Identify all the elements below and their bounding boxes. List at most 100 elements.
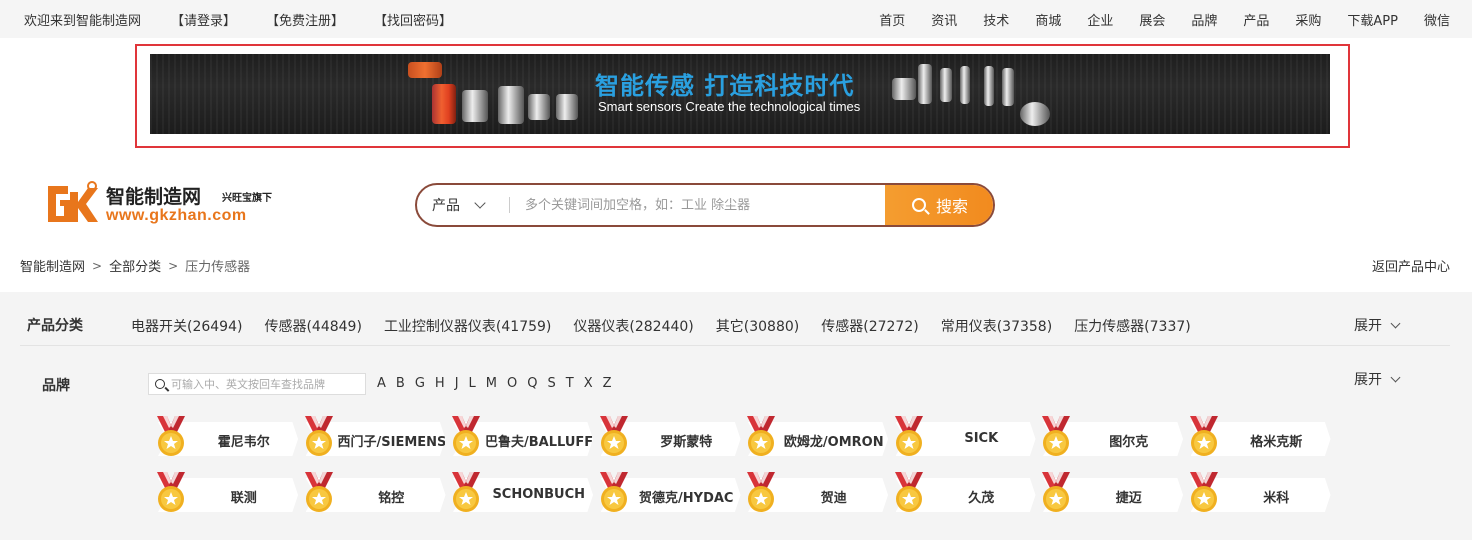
category-item[interactable]: 仪器仪表(282440) xyxy=(573,316,693,336)
brand-expand-label: 展开 xyxy=(1354,372,1382,388)
sensor-image-1 xyxy=(408,62,442,78)
logo-tagline: 兴旺宝旗下 xyxy=(222,193,272,204)
brand-item[interactable]: 米科 xyxy=(1187,472,1335,514)
brand-name: 贺迪 xyxy=(820,491,847,506)
register-link[interactable]: 【免费注册】 xyxy=(266,10,344,29)
nav-product[interactable]: 产品 xyxy=(1243,10,1269,29)
search-input[interactable] xyxy=(510,185,885,225)
brand-item[interactable]: 欧姆龙/OMRON xyxy=(744,416,892,458)
sensor-image-6 xyxy=(556,94,578,120)
nav-news[interactable]: 资讯 xyxy=(931,10,957,29)
brand-item[interactable]: 久茂 xyxy=(892,472,1040,514)
letter-filter[interactable]: T xyxy=(566,376,574,391)
banner-title: 智能传感 打造科技时代 xyxy=(595,72,855,100)
brand-grid: 霍尼韦尔 西门子/SIEMENS 巴鲁夫/BALLUFF 罗斯蒙特 欧姆龙/OMRON S… xyxy=(154,416,1335,532)
brand-item[interactable]: 贺德克/HYDAC xyxy=(597,472,745,514)
brand-item[interactable]: SCHONBUCH xyxy=(449,472,597,514)
nav-home[interactable]: 首页 xyxy=(879,10,905,29)
login-link[interactable]: 【请登录】 xyxy=(171,10,236,29)
medal-icon xyxy=(1042,472,1070,512)
medal-icon xyxy=(304,416,333,456)
category-item[interactable]: 电器开关(26494) xyxy=(131,316,242,336)
letter-filter[interactable]: J xyxy=(455,376,459,391)
medal-icon xyxy=(599,416,628,456)
brand-item[interactable]: 图尔克 xyxy=(1039,416,1187,458)
brand-item[interactable]: 巴鲁夫/BALLUFF xyxy=(449,416,597,458)
category-item[interactable]: 其它(30880) xyxy=(716,316,799,336)
brand-row: 联测 铭控 SCHONBUCH 贺德克/HYDAC 贺迪 久茂 捷迈 米科 xyxy=(154,472,1335,516)
nav-tech[interactable]: 技术 xyxy=(983,10,1009,29)
medal-icon xyxy=(157,472,185,512)
category-label: 产品分类 xyxy=(27,318,83,334)
site-logo[interactable]: 智能制造网 兴旺宝旗下 www.gkzhan.com xyxy=(44,176,284,228)
medal-icon xyxy=(894,472,923,512)
medal-icon xyxy=(1042,416,1070,456)
search-category-label: 产品 xyxy=(432,198,460,214)
brand-item[interactable]: 捷迈 xyxy=(1039,472,1187,514)
letter-filter[interactable]: G xyxy=(415,376,425,391)
sensor-image-2 xyxy=(432,84,456,124)
brand-expand-button[interactable]: 展开 xyxy=(1354,369,1401,389)
nav-wechat[interactable]: 微信 xyxy=(1424,10,1450,29)
letter-filter[interactable]: B xyxy=(396,376,405,391)
medal-icon xyxy=(1189,416,1218,456)
breadcrumb-separator: > xyxy=(168,258,179,273)
brand-item[interactable]: 铭控 xyxy=(302,472,450,514)
brand-item[interactable]: 西门子/SIEMENS xyxy=(302,416,450,458)
brand-letter-index: A B G H J L M O Q S T X Z xyxy=(377,376,622,391)
brand-label: 品牌 xyxy=(42,378,70,394)
search-button[interactable]: 搜索 xyxy=(885,185,993,225)
letter-filter[interactable]: H xyxy=(435,376,445,391)
letter-filter[interactable]: L xyxy=(469,376,476,391)
category-item[interactable]: 压力传感器(7337) xyxy=(1074,316,1191,336)
brand-name: SCHONBUCH xyxy=(492,487,586,502)
brand-item[interactable]: 罗斯蒙特 xyxy=(597,416,745,458)
brand-row: 霍尼韦尔 西门子/SIEMENS 巴鲁夫/BALLUFF 罗斯蒙特 欧姆龙/OMRON S… xyxy=(154,416,1335,460)
ad-banner[interactable]: 智能传感 打造科技时代 Smart sensors Create the tec… xyxy=(150,54,1330,134)
brand-name: 铭控 xyxy=(378,491,405,506)
nav-purchase[interactable]: 采购 xyxy=(1295,10,1321,29)
nav-brand[interactable]: 品牌 xyxy=(1191,10,1217,29)
category-item[interactable]: 传感器(44849) xyxy=(264,316,361,336)
nav-mall[interactable]: 商城 xyxy=(1035,10,1061,29)
chevron-down-icon xyxy=(474,197,486,209)
category-expand-button[interactable]: 展开 xyxy=(1354,315,1401,335)
brand-name: 图尔克 xyxy=(1109,435,1149,450)
brand-item[interactable]: 霍尼韦尔 xyxy=(154,416,302,458)
letter-filter[interactable]: O xyxy=(507,376,517,391)
brand-name: 霍尼韦尔 xyxy=(217,435,270,450)
brand-item[interactable]: 贺迪 xyxy=(744,472,892,514)
letter-filter[interactable]: M xyxy=(486,376,497,391)
brand-item[interactable]: SICK xyxy=(892,416,1040,458)
nav-expo[interactable]: 展会 xyxy=(1139,10,1165,29)
letter-filter[interactable]: S xyxy=(547,376,555,391)
sensor-image-12 xyxy=(1002,68,1014,106)
brand-search-box xyxy=(148,373,366,395)
sensor-image-8 xyxy=(918,64,932,104)
back-to-product-center-link[interactable]: 返回产品中心 xyxy=(1372,256,1450,275)
breadcrumb-home[interactable]: 智能制造网 xyxy=(20,256,85,275)
breadcrumb-all-categories[interactable]: 全部分类 xyxy=(109,256,161,275)
letter-filter[interactable]: Z xyxy=(603,376,612,391)
nav-download-app[interactable]: 下载APP xyxy=(1347,10,1398,29)
category-item[interactable]: 常用仪表(37358) xyxy=(941,316,1052,336)
gk-logo-icon xyxy=(48,181,98,222)
category-item[interactable]: 传感器(27272) xyxy=(821,316,918,336)
medal-icon xyxy=(747,416,775,456)
brand-item[interactable]: 联测 xyxy=(154,472,302,514)
brand-name: 格米克斯 xyxy=(1250,435,1303,450)
category-item[interactable]: 工业控制仪器仪表(41759) xyxy=(384,316,551,336)
brand-name: 罗斯蒙特 xyxy=(660,435,713,450)
top-bar-left: 欢迎来到智能制造网 【请登录】 【免费注册】 【找回密码】 xyxy=(24,0,482,38)
brand-search-input[interactable] xyxy=(171,377,361,391)
nav-company[interactable]: 企业 xyxy=(1087,10,1113,29)
medal-icon xyxy=(452,472,480,512)
letter-filter[interactable]: X xyxy=(584,376,593,391)
letter-filter[interactable]: A xyxy=(377,376,386,391)
recover-password-link[interactable]: 【找回密码】 xyxy=(374,10,452,29)
brand-item[interactable]: 格米克斯 xyxy=(1187,416,1335,458)
letter-filter[interactable]: Q xyxy=(527,376,537,391)
breadcrumb-current: 压力传感器 xyxy=(185,260,251,275)
sensor-image-10 xyxy=(960,66,970,104)
search-category-select[interactable]: 产品 xyxy=(417,185,509,225)
